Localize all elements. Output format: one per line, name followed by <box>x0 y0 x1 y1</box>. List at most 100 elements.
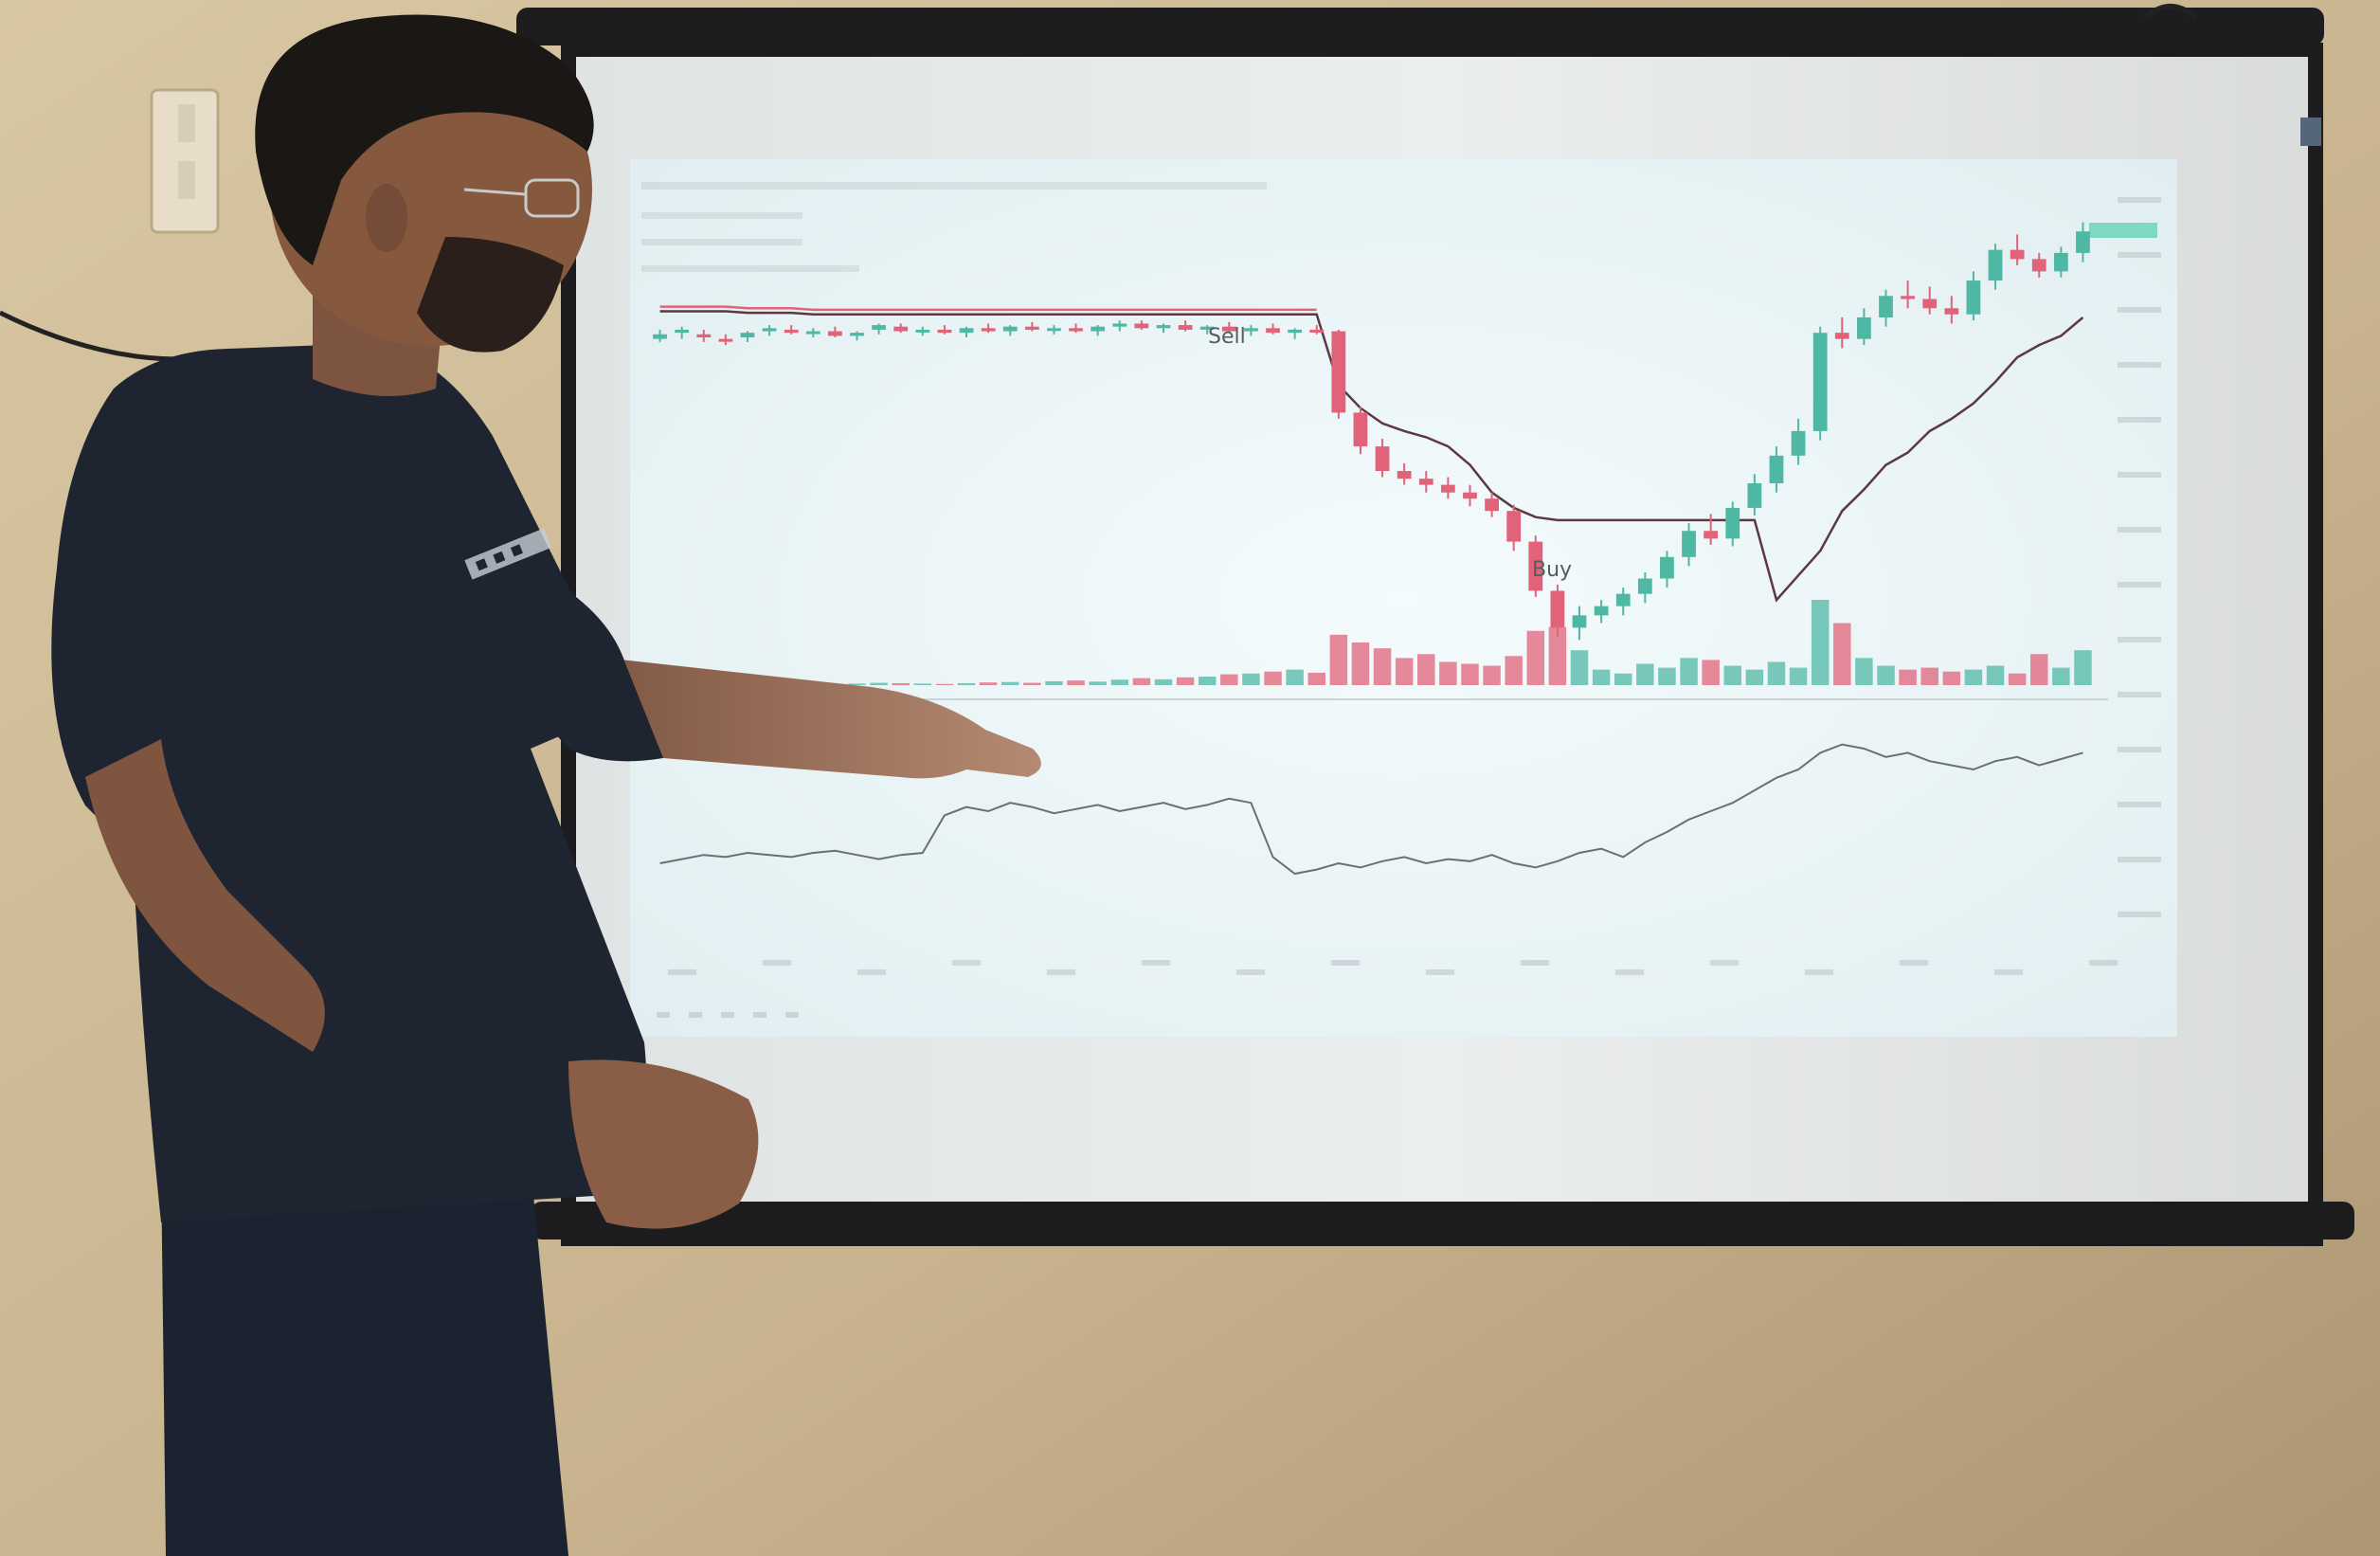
price-axis-tick <box>2118 252 2161 258</box>
volume-bar <box>1789 667 1808 685</box>
candle-body <box>1812 333 1828 431</box>
time-axis-tick <box>1521 960 1549 966</box>
volume-bar <box>1767 661 1786 685</box>
volume-bar <box>1811 600 1830 685</box>
candle-body <box>696 334 712 338</box>
candle-body <box>1002 326 1018 332</box>
price-axis-tick <box>2118 747 2161 752</box>
candle-body <box>1288 329 1303 334</box>
volume-bar <box>892 682 910 685</box>
price-axis-tick <box>2118 857 2161 862</box>
candle-body <box>872 325 887 330</box>
volume-bar <box>979 682 998 685</box>
candle-body <box>1572 615 1587 628</box>
candle-body <box>915 329 930 333</box>
volume-bar <box>1920 667 1938 685</box>
volume-bar <box>1001 681 1019 685</box>
candle-body <box>1682 531 1696 557</box>
candle-body <box>805 331 820 335</box>
price-axis-tick <box>2118 472 2161 478</box>
volume-bar <box>1855 658 1873 685</box>
candle-body <box>1112 323 1127 327</box>
candle-body <box>828 331 842 336</box>
volume-bar <box>1592 669 1611 685</box>
volume-bar <box>1877 665 1895 685</box>
candle-body <box>2076 231 2090 253</box>
volume-bar <box>1986 665 2005 685</box>
candle-body <box>981 328 996 332</box>
volume-bar <box>1461 663 1479 685</box>
price-axis-tick <box>2118 637 2161 642</box>
price-axis-tick <box>2118 197 2161 203</box>
time-axis-tick <box>857 969 886 975</box>
projector-scene: Sell Buy <box>0 0 2380 1556</box>
candle-body <box>1309 329 1325 333</box>
presenter-legs <box>161 1166 568 1556</box>
candle-body <box>1637 578 1652 594</box>
volume-bar <box>1899 669 1917 685</box>
price-axis-tick <box>2118 362 2161 368</box>
candle-body <box>762 328 777 332</box>
candle-body <box>1966 280 1981 315</box>
price-axis-tick <box>2118 802 2161 807</box>
volume-bar <box>1395 658 1414 685</box>
wall-switch <box>150 88 220 234</box>
time-axis-tick <box>1047 969 1075 975</box>
candle-body <box>1134 323 1149 329</box>
candle-body <box>1069 328 1083 332</box>
candle-body <box>1506 511 1522 542</box>
candle-body <box>1704 531 1719 539</box>
volume-bar <box>1176 677 1195 685</box>
time-axis-tick <box>1236 969 1265 975</box>
volume-bar <box>1089 681 1107 685</box>
volume-bar <box>1351 642 1370 685</box>
price-axis-tick <box>2118 307 2161 313</box>
volume-bar <box>1680 658 1698 685</box>
time-axis-tick <box>1426 969 1454 975</box>
screen-brand-tag <box>2300 118 2321 146</box>
volume-bar <box>1658 667 1676 685</box>
candle-body <box>653 334 667 339</box>
candle-body <box>1266 328 1280 334</box>
volume-bar <box>2029 654 2048 685</box>
price-axis-tick <box>2118 417 2161 423</box>
volume-bar <box>1373 648 1392 685</box>
candle-body <box>1244 328 1258 332</box>
presenter-ear <box>366 184 407 252</box>
screen-bottom-bar <box>531 1202 2354 1239</box>
candle-body <box>1550 590 1565 628</box>
volume-bar <box>1154 678 1173 685</box>
volume-bar <box>1198 677 1217 685</box>
time-axis-tick <box>763 960 791 966</box>
volume-bar <box>1614 673 1632 685</box>
candle-body <box>1769 455 1784 483</box>
volume-bar <box>1570 650 1589 685</box>
volume-bar <box>1702 660 1720 685</box>
candle-body <box>1397 471 1412 479</box>
candle-body <box>1156 325 1171 329</box>
volume-bar <box>1220 674 1238 685</box>
candle-body <box>1747 483 1762 508</box>
sell-annotation: Sell <box>1208 325 1246 349</box>
candle-body <box>1879 296 1893 317</box>
candle-body <box>1615 593 1631 606</box>
candle-body <box>1988 249 2003 281</box>
volume-bar <box>1242 673 1260 685</box>
time-axis-tick <box>1331 960 1360 966</box>
candle-body <box>1922 299 1938 309</box>
candle-body <box>1856 317 1871 339</box>
volume-bar <box>1329 634 1348 685</box>
candle-body <box>1440 484 1455 493</box>
price-axis-tick <box>2118 912 2161 917</box>
time-axis-tick <box>1900 960 1928 966</box>
candle-body <box>1091 326 1106 332</box>
projected-chart: Sell Buy <box>630 159 2177 1037</box>
volume-bar <box>1723 665 1741 685</box>
volume-bar <box>1067 680 1085 685</box>
time-axis-tick <box>1805 969 1833 975</box>
candle-body <box>1594 606 1609 616</box>
time-axis-tick <box>1710 960 1739 966</box>
candle-body <box>1660 556 1674 579</box>
volume-bar <box>1636 663 1654 685</box>
time-axis-tick <box>952 960 981 966</box>
